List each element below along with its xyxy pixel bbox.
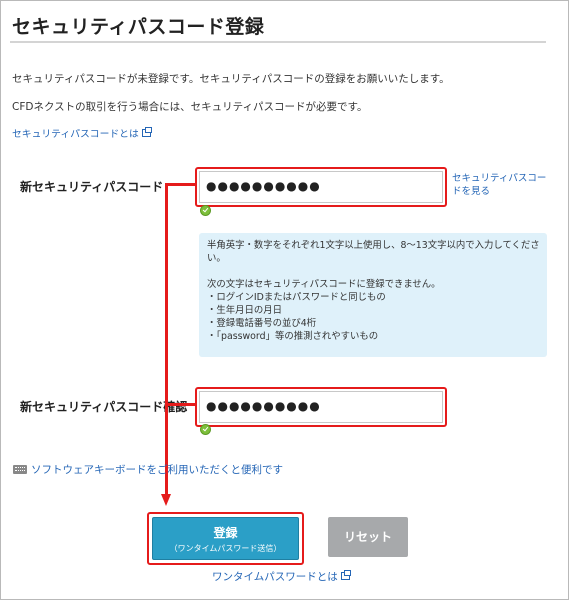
software-keyboard-link-label[interactable]: ソフトウェアキーボードをご利用いただくと便利です — [31, 464, 283, 476]
show-passcode-link-line1[interactable]: セキュリティパスコー — [452, 172, 552, 185]
register-button-sublabel[interactable]: （ワンタイムパスワード送信） — [153, 543, 298, 554]
keyboard-icon — [13, 465, 27, 474]
hint-item: ・「password」等の推測されやすいもの — [207, 331, 379, 342]
reset-button[interactable]: リセット — [328, 517, 408, 557]
confirm-passcode-input[interactable]: ●●●●●●●●●● — [199, 391, 443, 423]
new-passcode-label: 新セキュリティパスコード — [20, 180, 164, 194]
guide-arrow-segment — [165, 183, 168, 496]
hint-item: ・生年月日の月日 — [207, 305, 283, 316]
register-button[interactable]: 登録 （ワンタイムパスワード送信） — [152, 517, 299, 560]
hint-line-2: い。 — [207, 253, 226, 264]
show-passcode-link[interactable]: セキュリティパスコー ドを見る — [452, 172, 552, 198]
register-button-highlight: 登録 （ワンタイムパスワード送信） — [147, 512, 304, 565]
hint-item: ・ログインIDまたはパスワードと同じもの — [207, 292, 386, 303]
one-time-password-link[interactable]: ワンタイムパスワードとは — [212, 569, 351, 584]
show-passcode-link-line2[interactable]: ドを見る — [452, 185, 552, 198]
guide-arrow-segment — [165, 183, 196, 186]
register-button-label[interactable]: 登録 — [153, 524, 298, 541]
one-time-password-link-label[interactable]: ワンタイムパスワードとは — [212, 571, 338, 583]
valid-check-icon — [200, 205, 211, 216]
hint-item: ・登録電話番号の並び4桁 — [207, 318, 317, 329]
confirm-passcode-highlight: ●●●●●●●●●● — [195, 387, 447, 427]
title-divider — [10, 41, 546, 43]
software-keyboard-link[interactable]: ソフトウェアキーボードをご利用いただくと便利です — [13, 462, 283, 477]
confirm-passcode-label: 新セキュリティパスコード確認 — [20, 400, 188, 414]
about-passcode-link-label[interactable]: セキュリティパスコードとは — [12, 129, 139, 140]
intro-text-1: セキュリティパスコードが未登録です。セキュリティパスコードの登録をお願いいたしま… — [12, 73, 450, 85]
passcode-rules-hint: 半角英字・数字をそれぞれ1文字以上使用し、8〜13文字以内で入力してくださ い。… — [199, 233, 547, 357]
new-passcode-highlight: ●●●●●●●●●● — [195, 167, 447, 207]
hint-line-3: 次の文字はセキュリティパスコードに登録できません。 — [207, 279, 441, 290]
arrow-down-icon — [161, 494, 171, 506]
page-title: セキュリティパスコード登録 — [12, 16, 265, 38]
external-window-icon — [141, 127, 152, 137]
intro-text-2: CFDネクストの取引を行う場合には、セキュリティパスコードが必要です。 — [12, 101, 368, 113]
guide-arrow-segment — [165, 403, 196, 406]
new-passcode-input[interactable]: ●●●●●●●●●● — [199, 171, 443, 203]
external-window-icon — [340, 570, 351, 580]
valid-check-icon — [200, 424, 211, 435]
about-passcode-link[interactable]: セキュリティパスコードとは — [12, 126, 152, 140]
hint-line-1: 半角英字・数字をそれぞれ1文字以上使用し、8〜13文字以内で入力してくださ — [207, 240, 540, 251]
